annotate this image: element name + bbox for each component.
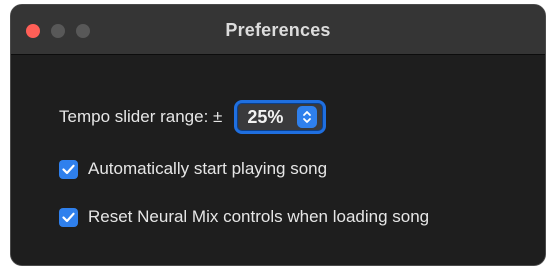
tempo-range-select[interactable]: 25%	[234, 100, 327, 134]
checkmark-icon	[62, 212, 75, 222]
tempo-range-row: Tempo slider range: ± 25%	[59, 99, 327, 135]
auto-play-option[interactable]: Automatically start playing song	[59, 159, 327, 179]
window-title: Preferences	[225, 20, 331, 40]
preferences-content: Tempo slider range: ± 25% Automatically …	[11, 55, 545, 265]
reset-neural-mix-option[interactable]: Reset Neural Mix controls when loading s…	[59, 207, 429, 227]
reset-neural-mix-checkbox[interactable]	[59, 207, 78, 227]
chevron-up-down-icon	[297, 106, 318, 128]
preferences-window: Preferences Tempo slider range: ± 25% Au…	[10, 4, 546, 266]
reset-neural-mix-label: Reset Neural Mix controls when loading s…	[88, 207, 430, 226]
page: Preferences Tempo slider range: ± 25% Au…	[0, 0, 553, 271]
auto-play-label: Automatically start playing song	[88, 159, 328, 178]
checkmark-icon	[62, 164, 75, 174]
auto-play-checkbox[interactable]	[59, 159, 78, 179]
tempo-range-value: 25%	[247, 106, 284, 127]
title-bar[interactable]: Preferences	[11, 5, 545, 55]
tempo-range-label: Tempo slider range: ±	[59, 107, 223, 126]
